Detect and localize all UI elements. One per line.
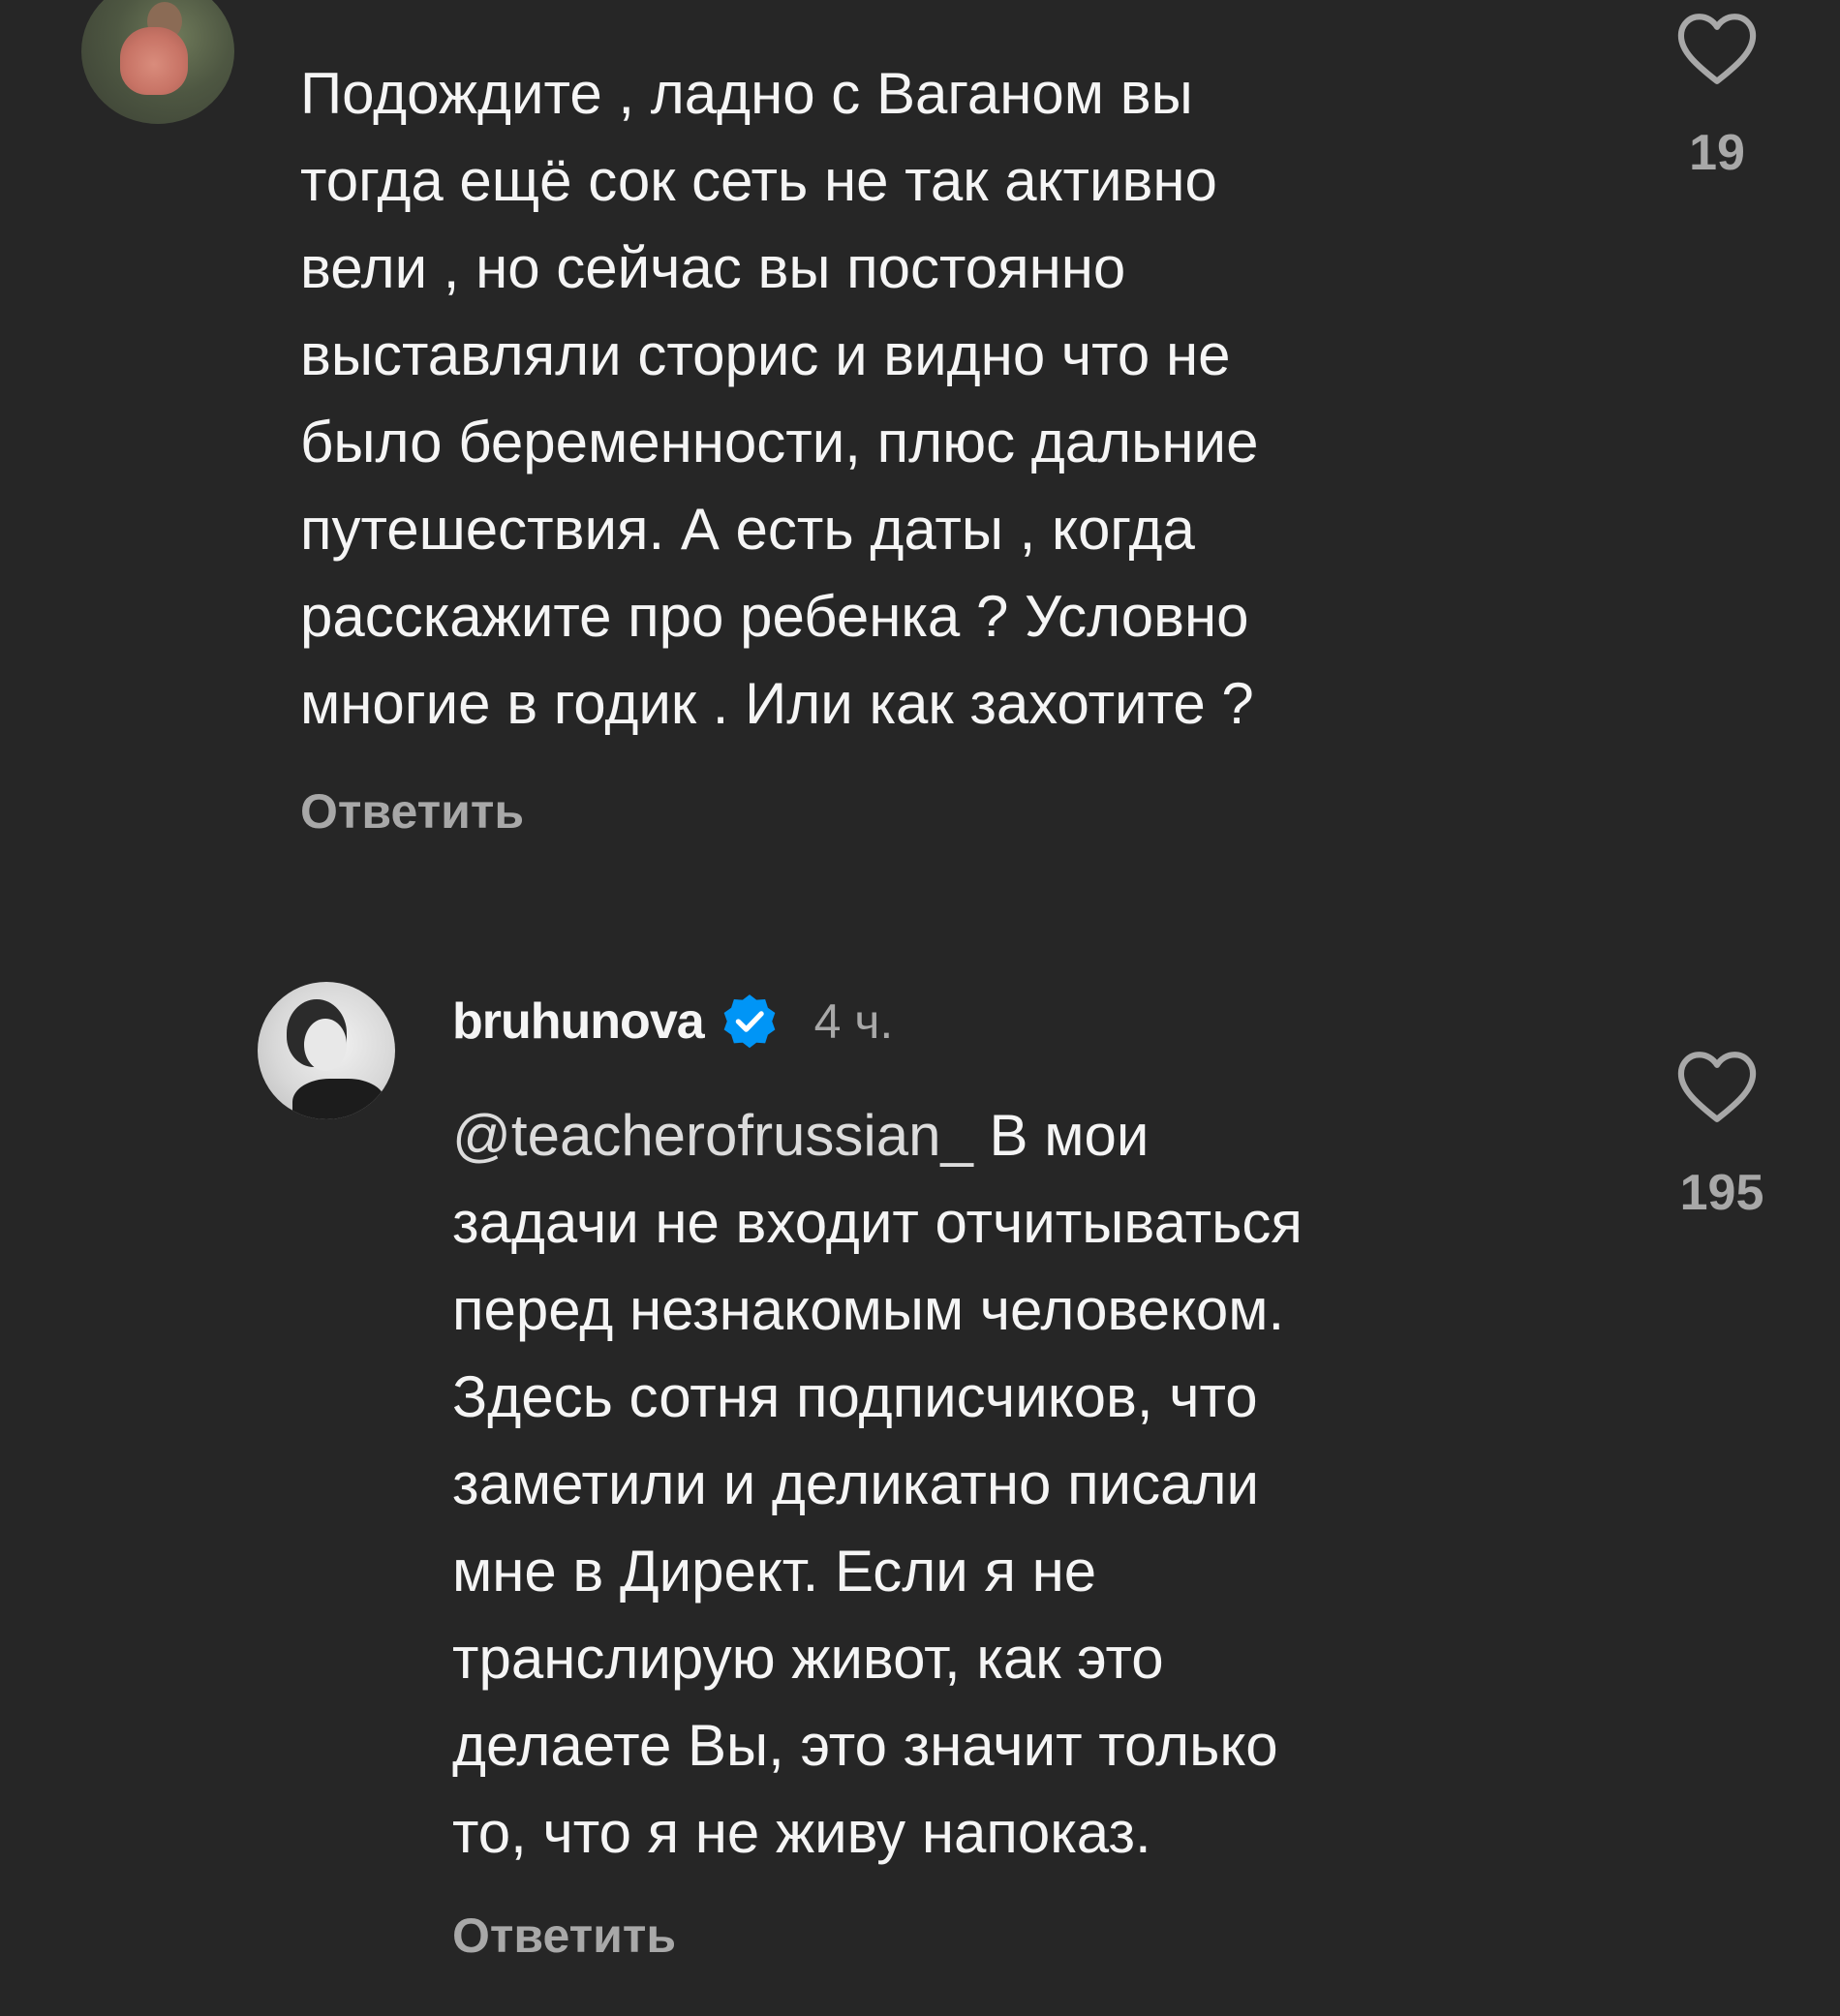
avatar-photo-part (292, 1079, 385, 1119)
comment-line: тогда ещё сок сеть не так активно (300, 148, 1217, 213)
heart-outline-icon[interactable] (1673, 1048, 1761, 1125)
mention-link[interactable]: @teacherofrussian_ (452, 1103, 973, 1168)
heart-outline-icon[interactable] (1673, 10, 1761, 87)
commenter-avatar[interactable] (81, 0, 234, 124)
comment-line: было беременности, плюс дальние (300, 410, 1259, 474)
reply-line: заметили и деликатно писали (452, 1451, 1259, 1516)
reply-line: мне в Директ. Если я не (452, 1539, 1097, 1604)
reply-first-line: @teacherofrussian_ В мои (452, 1092, 1303, 1179)
comment-line: путешествия. А есть даты , когда (300, 497, 1195, 562)
comment-text: Подождите , ладно с Ваганом вы тогда ещё… (300, 50, 1258, 748)
comment-line: Подождите , ладно с Ваганом вы (300, 61, 1193, 126)
reply-line: Здесь сотня подписчиков, что (452, 1364, 1258, 1429)
reply-line: задачи не входит отчитываться (452, 1190, 1303, 1255)
comment-line: многие в годик . Или как захотите ? (300, 671, 1254, 736)
reply-line: делаете Вы, это значит только (452, 1713, 1278, 1778)
avatar-photo-part (120, 27, 188, 95)
reply-line: то, что я не живу напоказ. (452, 1800, 1151, 1865)
reply-line: перед незнакомым человеком. (452, 1277, 1285, 1342)
reply-button[interactable]: Ответить (452, 1908, 676, 1964)
verified-badge-icon (723, 994, 776, 1049)
comment-line: выставляли сторис и видно что не (300, 322, 1231, 387)
username[interactable]: bruhunova (452, 993, 705, 1051)
avatar-photo-part (304, 1019, 347, 1071)
reply-button[interactable]: Ответить (300, 783, 524, 840)
reply-author-avatar[interactable] (258, 982, 395, 1119)
reply-header: bruhunova 4 ч. (452, 990, 893, 1054)
like-count: 19 (1689, 125, 1745, 181)
comment-timestamp: 4 ч. (813, 994, 894, 1049)
reply-line: В мои (972, 1103, 1150, 1168)
comment-line: вели , но сейчас вы постоянно (300, 235, 1126, 300)
comment-line: расскажите про ребенка ? Условно (300, 584, 1249, 649)
reply-text: @teacherofrussian_ В мои задачи не входи… (452, 1092, 1303, 1877)
reply-line: транслирую живот, как это (452, 1626, 1164, 1691)
like-count: 195 (1679, 1165, 1764, 1221)
